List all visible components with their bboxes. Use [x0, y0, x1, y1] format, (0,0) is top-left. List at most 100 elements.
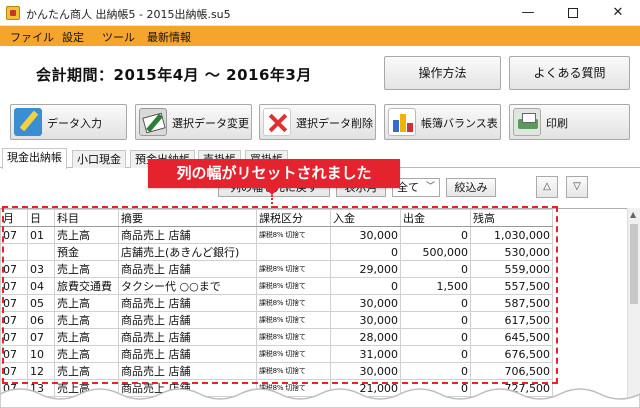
scroll-up-button[interactable]: △	[536, 176, 558, 198]
cell-income: 30,000	[330, 362, 401, 380]
table-row[interactable]: 07 07 売上高 商品売上 店舗 課税8% 切捨て 28,000 0 645,500	[0, 328, 553, 346]
table-row[interactable]: 07 04 旅費交通費 タクシー代 ○○まで 課税8% 切捨て 0 1,500 557,500	[0, 277, 553, 295]
col-day[interactable]: 日	[27, 209, 55, 227]
cell-month: 07	[0, 328, 28, 346]
scroll-up-arrow-icon: ▲	[630, 210, 637, 219]
cell-account: 売上高	[54, 260, 119, 278]
table-row[interactable]: 07 10 売上高 商品売上 店舗 課税8% 切捨て 31,000 0 676,500	[0, 345, 553, 363]
cell-expense: 0	[400, 294, 471, 312]
torn-edge	[0, 388, 640, 408]
menu-file[interactable]: ファイル	[10, 29, 54, 45]
pencil-icon	[14, 108, 42, 136]
change-selected-button[interactable]: 選択データ変更	[135, 104, 252, 140]
cell-account: 売上高	[54, 294, 119, 312]
cell-description: 商品売上 店舗	[118, 311, 257, 329]
app-icon	[6, 6, 20, 20]
cell-day: 04	[27, 277, 55, 295]
delete-selected-label: 選択データ削除	[296, 117, 373, 130]
cell-expense: 0	[400, 345, 471, 363]
col-income[interactable]: 入金	[330, 209, 401, 227]
cell-balance: 676,500	[470, 345, 553, 363]
table-row[interactable]: 07 05 売上高 商品売上 店舗 課税8% 切捨て 30,000 0 587,500	[0, 294, 553, 312]
table-row[interactable]: 07 12 売上高 商品売上 店舗 課税8% 切捨て 30,000 0 706,500	[0, 362, 553, 380]
month-select-value: 全て	[397, 181, 419, 194]
balance-sheet-button[interactable]: 帳簿バランス表	[384, 104, 501, 140]
scroll-down-button[interactable]: ▽	[566, 176, 588, 198]
cell-day: 10	[27, 345, 55, 363]
minimize-button[interactable]: —	[506, 0, 550, 26]
cell-balance: 706,500	[470, 362, 553, 380]
delete-icon	[263, 108, 291, 136]
col-tax-category[interactable]: 課税区分	[256, 209, 331, 227]
cell-account: 売上高	[54, 328, 119, 346]
col-balance[interactable]: 残高	[470, 209, 553, 227]
menu-tools[interactable]: ツール	[102, 29, 135, 45]
menu-latest-info[interactable]: 最新情報	[147, 29, 191, 45]
cell-balance: 587,500	[470, 294, 553, 312]
cell-account: 売上高	[54, 226, 119, 244]
cell-month: 07	[0, 294, 28, 312]
cell-account: 売上高	[54, 345, 119, 363]
cell-day: 05	[27, 294, 55, 312]
table-row[interactable]: 預金 店舗売上(あきんど銀行) 0 500,000 530,000	[0, 243, 553, 261]
cell-day: 12	[27, 362, 55, 380]
cell-description: タクシー代 ○○まで	[118, 277, 257, 295]
cell-income: 30,000	[330, 311, 401, 329]
printer-icon	[513, 108, 541, 136]
cell-description: 商品売上 店舗	[118, 226, 257, 244]
balance-sheet-label: 帳簿バランス表	[421, 117, 498, 130]
col-account[interactable]: 科目	[54, 209, 119, 227]
maximize-button[interactable]	[551, 0, 595, 26]
reset-notice-callout: 列の幅がリセットされました	[148, 159, 400, 188]
delete-selected-button[interactable]: 選択データ削除	[259, 104, 376, 140]
edit-icon	[139, 108, 167, 136]
cell-month: 07	[0, 345, 28, 363]
faq-button[interactable]: よくある質問	[509, 56, 630, 90]
cell-income: 0	[330, 277, 401, 295]
cell-month: 07	[0, 277, 28, 295]
data-input-button[interactable]: データ入力	[10, 104, 127, 140]
cell-day: 01	[27, 226, 55, 244]
cell-expense: 1,500	[400, 277, 471, 295]
tab-petty-cash[interactable]: 小口現金	[72, 150, 126, 168]
cell-expense: 0	[400, 226, 471, 244]
menu-settings[interactable]: 設定	[62, 29, 84, 45]
print-button[interactable]: 印刷	[509, 104, 630, 140]
cell-description: 商品売上 店舗	[118, 362, 257, 380]
chevron-down-icon: ﹀	[425, 182, 435, 192]
cell-description: 商品売上 店舗	[118, 345, 257, 363]
scrollbar-thumb[interactable]	[630, 224, 638, 304]
cell-account: 旅費交通費	[54, 277, 119, 295]
table-row[interactable]: 07 06 売上高 商品売上 店舗 課税8% 切捨て 30,000 0 617,500	[0, 311, 553, 329]
narrow-down-button[interactable]: 絞込み	[446, 178, 496, 197]
bar-chart-icon	[388, 108, 416, 136]
cell-income: 0	[330, 243, 401, 261]
tab-cash-ledger[interactable]: 現金出納帳	[2, 148, 67, 169]
print-label: 印刷	[546, 117, 568, 130]
cell-balance: 645,500	[470, 328, 553, 346]
cell-day	[27, 243, 55, 261]
cell-description: 店舗売上(あきんど銀行)	[118, 243, 257, 261]
accounting-period: 会計期間：2015年4月 〜 2016年3月	[36, 66, 312, 84]
cell-month: 07	[0, 260, 28, 278]
vertical-scrollbar[interactable]: ▲	[627, 208, 640, 408]
col-expense[interactable]: 出金	[400, 209, 471, 227]
table-row[interactable]: 07 01 売上高 商品売上 店舗 課税8% 切捨て 30,000 0 1,030,000	[0, 226, 553, 244]
cell-day: 06	[27, 311, 55, 329]
close-button[interactable]: ✕	[596, 0, 640, 26]
cell-account: 売上高	[54, 362, 119, 380]
col-month[interactable]: 月	[0, 209, 28, 227]
cell-balance: 559,000	[470, 260, 553, 278]
cell-balance: 557,500	[470, 277, 553, 295]
table-row[interactable]: 07 03 売上高 商品売上 店舗 課税8% 切捨て 29,000 0 559,000	[0, 260, 553, 278]
cell-expense: 0	[400, 362, 471, 380]
cell-account: 売上高	[54, 311, 119, 329]
cell-tax-category	[256, 243, 331, 261]
col-description[interactable]: 摘要	[118, 209, 257, 227]
cell-month: 07	[0, 311, 28, 329]
cell-balance: 617,500	[470, 311, 553, 329]
cell-income: 29,000	[330, 260, 401, 278]
cell-income: 28,000	[330, 328, 401, 346]
howto-button[interactable]: 操作方法	[384, 56, 501, 90]
cell-expense: 0	[400, 311, 471, 329]
